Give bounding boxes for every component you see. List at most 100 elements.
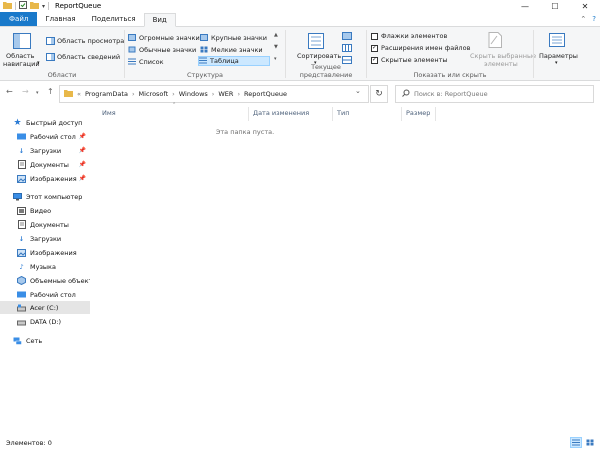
nav-pc-videos[interactable]: Видео [0, 204, 90, 217]
column-divider[interactable] [332, 107, 333, 121]
refresh-icon[interactable]: ↻ [370, 85, 388, 103]
column-header-type[interactable]: Тип [337, 109, 349, 119]
hidden-items-toggle[interactable]: ✓ Скрытые элементы [371, 56, 448, 64]
properties-icon[interactable] [19, 1, 27, 11]
column-header-date-modified[interactable]: Дата изменения [253, 109, 309, 119]
status-bar: Элементов: 0 [0, 435, 600, 456]
breadcrumb-separator-icon[interactable]: › [237, 90, 240, 98]
navigation-pane-label-line2[interactable]: навигации [3, 60, 40, 68]
maximize-icon[interactable]: ☐ [540, 0, 570, 12]
large-icons-view-icon[interactable] [584, 437, 596, 448]
nav-item-label: Документы [30, 160, 69, 169]
chevron-down-icon[interactable]: ▾ [555, 60, 558, 66]
nav-pc-3d-objects[interactable]: Объемные объекты [0, 274, 90, 287]
pin-icon[interactable]: 📌 [79, 175, 86, 182]
breadcrumb-separator-icon[interactable]: › [212, 90, 215, 98]
breadcrumb-separator-icon[interactable]: › [172, 90, 175, 98]
options-icon[interactable] [549, 33, 565, 49]
close-icon[interactable]: ✕ [570, 0, 600, 12]
nav-quick-downloads[interactable]: ↓ Загрузки 📌 [0, 144, 90, 157]
layout-large-icons[interactable]: Крупные значки [200, 33, 267, 43]
layout-item-label: Огромные значки [139, 34, 200, 42]
nav-pc-documents[interactable]: Документы [0, 218, 90, 231]
chevron-up-icon[interactable]: ⌃ [580, 15, 586, 23]
tab-file[interactable]: Файл [0, 12, 38, 26]
breadcrumb-item[interactable]: ReportQueue [244, 90, 287, 98]
checkbox[interactable] [371, 32, 378, 40]
item-checkboxes-toggle[interactable]: Флажки элементов [371, 32, 447, 40]
nav-network[interactable]: Сеть [0, 334, 90, 347]
file-extensions-toggle[interactable]: ✓ Расширения имен файлов [371, 44, 470, 52]
layout-gallery: Огромные значки Крупные значки Обычные з… [126, 31, 281, 67]
column-divider[interactable] [401, 107, 402, 121]
navigation-pane-icon[interactable] [13, 33, 31, 51]
checkbox-checked[interactable]: ✓ [371, 56, 378, 64]
nav-pc-pictures[interactable]: Изображения [0, 246, 90, 259]
nav-this-pc[interactable]: Этот компьютер [0, 190, 90, 203]
pin-icon[interactable]: 📌 [79, 133, 86, 140]
gallery-scroll-down-icon[interactable]: ▼ [274, 44, 278, 50]
customize-toolbar-chevron-icon[interactable]: ▾ [42, 3, 45, 10]
nav-quick-desktop[interactable]: Рабочий стол 📌 [0, 130, 90, 143]
layout-medium-icons[interactable]: Обычные значки [128, 45, 196, 55]
breadcrumb-overflow[interactable]: « [77, 90, 81, 98]
layout-item-label: Обычные значки [139, 46, 197, 54]
column-divider[interactable] [435, 107, 436, 121]
nav-item-label: Видео [30, 206, 52, 215]
layout-extra-large-icons[interactable]: Огромные значки [128, 33, 200, 43]
pin-icon[interactable]: 📌 [79, 161, 86, 168]
add-columns-icon[interactable] [342, 44, 352, 54]
nav-quick-access[interactable]: ★ Быстрый доступ [0, 116, 90, 129]
sort-by-button[interactable]: Сортировать [297, 52, 341, 60]
file-list[interactable]: ⌃ Имя Дата изменения Тип Размер Эта папк… [92, 102, 600, 433]
search-placeholder: Поиск в: ReportQueue [414, 90, 488, 98]
recent-locations-chevron-icon[interactable]: ▾ [36, 90, 39, 96]
breadcrumb-item[interactable]: Microsoft [139, 90, 169, 98]
layout-list[interactable]: Список [128, 57, 164, 67]
nav-quick-pictures[interactable]: Изображения 📌 [0, 172, 90, 185]
chevron-down-icon[interactable]: ▾ [37, 60, 40, 66]
pin-icon[interactable]: 📌 [79, 147, 86, 154]
nav-pc-downloads[interactable]: ↓ Загрузки [0, 232, 90, 245]
group-by-icon[interactable] [342, 32, 352, 42]
sort-by-icon[interactable] [308, 33, 324, 51]
nav-pc-drive-d[interactable]: DATA (D:) [0, 315, 90, 328]
nav-pc-drive-c[interactable]: Acer (C:) [0, 301, 90, 314]
checkbox-checked[interactable]: ✓ [371, 44, 378, 52]
nav-item-label: Этот компьютер [26, 192, 83, 201]
details-pane-button[interactable]: Область сведений [57, 53, 120, 61]
address-history-chevron-icon[interactable]: ⌄ [355, 87, 361, 95]
breadcrumb-item[interactable]: WER [218, 90, 233, 98]
preview-pane-button[interactable]: Область просмотра [57, 37, 124, 45]
back-arrow-icon[interactable]: ← [6, 87, 13, 96]
search-box[interactable]: Поиск в: ReportQueue [395, 85, 594, 103]
up-arrow-icon[interactable]: ↑ [47, 87, 54, 96]
breadcrumb-separator-icon[interactable]: › [132, 90, 135, 98]
new-folder-icon[interactable] [30, 1, 39, 11]
checkbox-label: Флажки элементов [381, 32, 448, 40]
layout-details[interactable]: Таблица [198, 56, 270, 66]
nav-pc-music[interactable]: ♪ Музыка [0, 260, 90, 273]
nav-pc-desktop[interactable]: Рабочий стол [0, 288, 90, 301]
gallery-expand-icon[interactable]: ▾ [274, 56, 277, 62]
gallery-scroll-up-icon[interactable]: ▲ [274, 32, 278, 38]
address-bar[interactable]: « ProgramData › Microsoft › Windows › WE… [59, 85, 369, 103]
details-view-icon[interactable] [570, 437, 582, 448]
layout-small-icons[interactable]: Мелкие значки [200, 45, 263, 55]
column-header-size[interactable]: Размер [406, 109, 430, 119]
forward-arrow-icon[interactable]: → [22, 87, 29, 96]
column-header-name[interactable]: Имя [102, 109, 116, 119]
breadcrumb-item[interactable]: ProgramData [85, 90, 128, 98]
options-button[interactable]: Параметры [539, 52, 578, 60]
help-icon[interactable]: ? [592, 15, 596, 23]
folder-icon [3, 1, 12, 11]
tab-share[interactable]: Поделиться [84, 12, 144, 26]
tab-view[interactable]: Вид [143, 13, 176, 27]
window-title: ReportQueue [55, 2, 102, 10]
medium-icons-icon [128, 46, 136, 55]
tab-home[interactable]: Главная [37, 12, 83, 26]
minimize-icon[interactable]: — [510, 0, 540, 12]
nav-quick-documents[interactable]: Документы 📌 [0, 158, 90, 171]
column-divider[interactable] [248, 107, 249, 121]
breadcrumb-item[interactable]: Windows [179, 90, 208, 98]
